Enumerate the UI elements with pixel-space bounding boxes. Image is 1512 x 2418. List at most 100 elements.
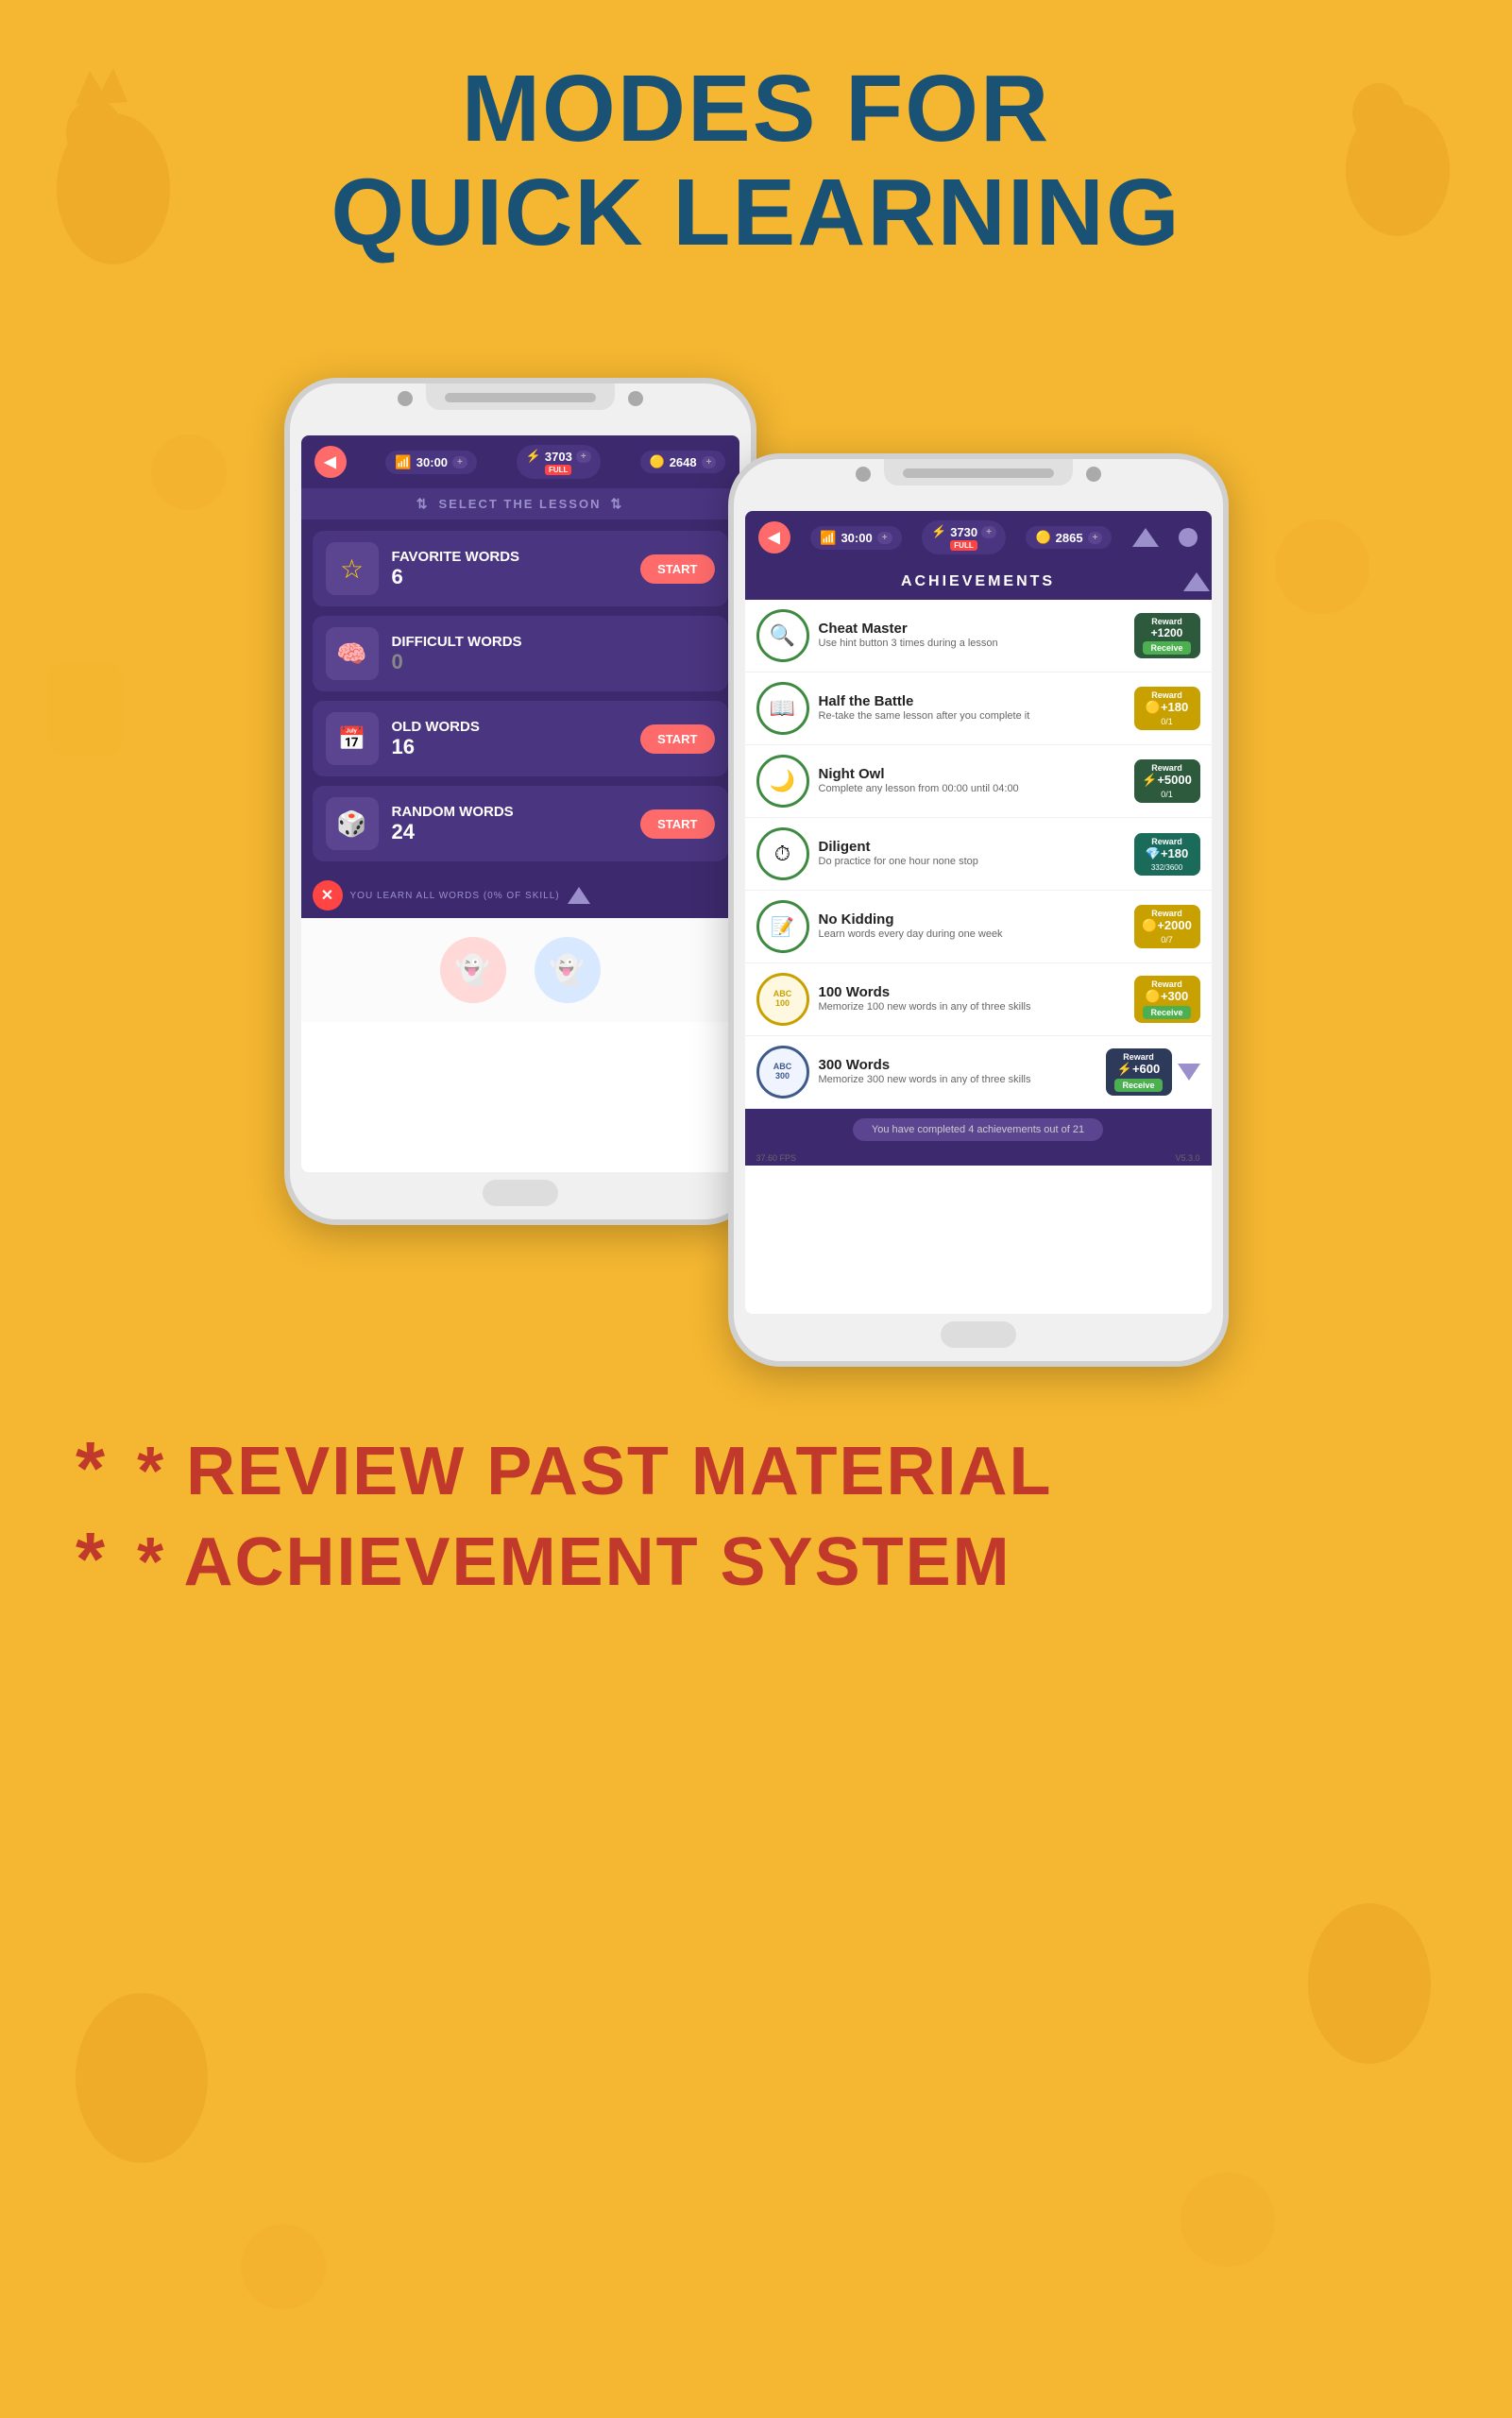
lesson-start-random[interactable]: START	[640, 809, 714, 839]
achievement-name-diligent: Diligent	[819, 839, 1125, 855]
phone1-screen: ◀ 📶 30:00 + ⚡ 3703 + FULL	[301, 435, 739, 1172]
badge-night-owl: 🌙	[756, 755, 809, 808]
phone2-header: ◀ 📶 30:00 + ⚡ 3730 + FULL	[745, 511, 1212, 564]
progress-text: YOU LEARN ALL WORDS (0% OF SKILL)	[350, 891, 560, 901]
achievement-desc-300: Memorize 300 new words in any of three s…	[819, 1073, 1096, 1087]
reward-diligent: Reward 💎+180 332/3600	[1134, 833, 1200, 876]
lesson-start-old[interactable]: START	[640, 724, 714, 754]
phone1-bottom-bar: ✕ YOU LEARN ALL WORDS (0% OF SKILL)	[301, 873, 739, 918]
lesson-item-old: 📅 OLD WORDS 16 START	[313, 701, 728, 776]
badge-100-words: ABC100	[756, 973, 809, 1026]
phone1-camera-left	[398, 391, 413, 406]
phone1-header: ◀ 📶 30:00 + ⚡ 3703 + FULL	[301, 435, 739, 488]
lesson-icon-old: 📅	[326, 712, 379, 765]
time-stat: 📶 30:00 +	[385, 451, 477, 474]
lesson-select-title: ⇅ SELECT THE LESSON ⇅	[301, 488, 739, 519]
coin-stat: 🟡 2648 +	[640, 451, 726, 473]
lesson-name-random: RANDOM WORDS	[392, 804, 628, 820]
phone2-lightning-stat: ⚡ 3730 + FULL	[922, 520, 1006, 554]
phone1-frame: ◀ 📶 30:00 + ⚡ 3703 + FULL	[284, 378, 756, 1225]
reward-kidding: Reward 🟡+2000 0/7	[1134, 905, 1200, 948]
achievement-desc-kidding: Learn words every day during one week	[819, 928, 1125, 942]
sort-icon2: ⇅	[610, 496, 623, 512]
achievement-name-owl: Night Owl	[819, 766, 1125, 782]
badge-half-battle: 📖	[756, 682, 809, 735]
achievements-footer: You have completed 4 achievements out of…	[745, 1109, 1212, 1150]
app-footer-bar: 37.60 FPS V5.3.0	[745, 1150, 1212, 1166]
coin-icon: 🟡	[650, 454, 665, 469]
lesson-icon-difficult: 🧠	[326, 627, 379, 680]
badge-300-words: ABC300	[756, 1046, 809, 1098]
reward-cheat[interactable]: Reward +1200 Receive	[1134, 613, 1200, 658]
phone1-camera-right	[628, 391, 643, 406]
phone1-home-button[interactable]	[483, 1180, 558, 1206]
phone2-wifi-icon: 📶	[820, 530, 836, 546]
achievement-no-kidding: 📝 No Kidding Learn words every day durin…	[745, 891, 1212, 963]
triangle-up-icon	[568, 887, 590, 904]
bottom-line-1: * * REVIEW PAST MATERIAL	[76, 1423, 1436, 1514]
reward-owl: Reward ⚡+5000 0/1	[1134, 759, 1200, 803]
dot-indicator	[1179, 528, 1198, 547]
sort-icon: ⇅	[416, 496, 430, 512]
phone2-speaker	[903, 468, 1054, 478]
reward-300[interactable]: Reward ⚡+600 Receive	[1106, 1048, 1172, 1096]
phones-container: ◀ 📶 30:00 + ⚡ 3703 + FULL	[0, 321, 1512, 1367]
achievement-night-owl: 🌙 Night Owl Complete any lesson from 00:…	[745, 745, 1212, 818]
close-button[interactable]: ✕	[313, 880, 343, 911]
lesson-name-difficult: DIFFICULT WORDS	[392, 634, 715, 650]
achievement-name-cheat: Cheat Master	[819, 621, 1125, 637]
lesson-count-random: 24	[392, 820, 628, 844]
main-title: MODES FOR QUICK LEARNING	[331, 57, 1181, 264]
lesson-count-favorite: 6	[392, 565, 628, 589]
achievement-desc-cheat: Use hint button 3 times during a lesson	[819, 637, 1125, 651]
lesson-count-difficult: 0	[392, 650, 715, 674]
lesson-item-random: 🎲 RANDOM WORDS 24 START	[313, 786, 728, 861]
reward-100[interactable]: Reward 🟡+300 Receive	[1134, 976, 1200, 1023]
triangle-nav-icon	[1132, 528, 1159, 547]
back-button[interactable]: ◀	[314, 446, 347, 478]
lesson-name-old: OLD WORDS	[392, 719, 628, 735]
achievement-desc-100: Memorize 100 new words in any of three s…	[819, 1000, 1125, 1014]
fps-label: 37.60 FPS	[756, 1153, 797, 1163]
lesson-item-favorite: ☆ FAVORITE WORDS 6 START	[313, 531, 728, 606]
phone2-back-button[interactable]: ◀	[758, 521, 790, 553]
phone2-screen: ◀ 📶 30:00 + ⚡ 3730 + FULL	[745, 511, 1212, 1314]
phone2-time-stat: 📶 30:00 +	[810, 526, 902, 550]
phone1-speaker	[445, 393, 596, 402]
lesson-count-old: 16	[392, 735, 628, 759]
bottom-text-section: * * REVIEW PAST MATERIAL * * ACHIEVEMENT…	[0, 1367, 1512, 1680]
phone2-coin-icon: 🟡	[1035, 530, 1050, 545]
phone2-home-button[interactable]	[941, 1321, 1016, 1348]
badge-diligent: ⏱	[756, 827, 809, 880]
lesson-icon-favorite: ☆	[326, 542, 379, 595]
phone2-camera-right	[1086, 467, 1101, 482]
achievement-100-words: ABC100 100 Words Memorize 100 new words …	[745, 963, 1212, 1036]
achievement-list[interactable]: 🔍 Cheat Master Use hint button 3 times d…	[745, 600, 1212, 1109]
lesson-start-favorite[interactable]: START	[640, 554, 714, 584]
achievement-name-300: 300 Words	[819, 1057, 1096, 1073]
phone2-coin-stat: 🟡 2865 +	[1026, 526, 1112, 549]
triangle-title-icon	[1183, 572, 1210, 591]
footer-pill: You have completed 4 achievements out of…	[853, 1118, 1103, 1141]
reward-half: Reward 🟡+180 0/1	[1134, 687, 1200, 730]
achievement-desc-diligent: Do practice for one hour none stop	[819, 855, 1125, 869]
version-label: V5.3.0	[1175, 1153, 1199, 1163]
phone2-lightning-icon: ⚡	[931, 524, 946, 539]
achievement-diligent: ⏱ Diligent Do practice for one hour none…	[745, 818, 1212, 891]
bottom-line-2: * * ACHIEVEMENT SYSTEM	[76, 1514, 1436, 1605]
triangle-down-scroll	[1178, 1064, 1200, 1081]
achievement-desc-half: Re-take the same lesson after you comple…	[819, 709, 1125, 724]
achievement-name-kidding: No Kidding	[819, 911, 1125, 928]
achievement-name-half: Half the Battle	[819, 693, 1125, 709]
lesson-icon-random: 🎲	[326, 797, 379, 850]
lesson-list: ☆ FAVORITE WORDS 6 START 🧠	[301, 519, 739, 873]
ghost-avatars: 👻 👻	[301, 918, 739, 1022]
achievement-cheat-master: 🔍 Cheat Master Use hint button 3 times d…	[745, 600, 1212, 673]
phone2-camera-left	[856, 467, 871, 482]
lightning-icon: ⚡	[526, 449, 541, 464]
lesson-name-favorite: FAVORITE WORDS	[392, 549, 628, 565]
badge-cheat-master: 🔍	[756, 609, 809, 662]
badge-no-kidding: 📝	[756, 900, 809, 953]
phone2-frame: ◀ 📶 30:00 + ⚡ 3730 + FULL	[728, 453, 1229, 1367]
lesson-item-difficult: 🧠 DIFFICULT WORDS 0	[313, 616, 728, 691]
